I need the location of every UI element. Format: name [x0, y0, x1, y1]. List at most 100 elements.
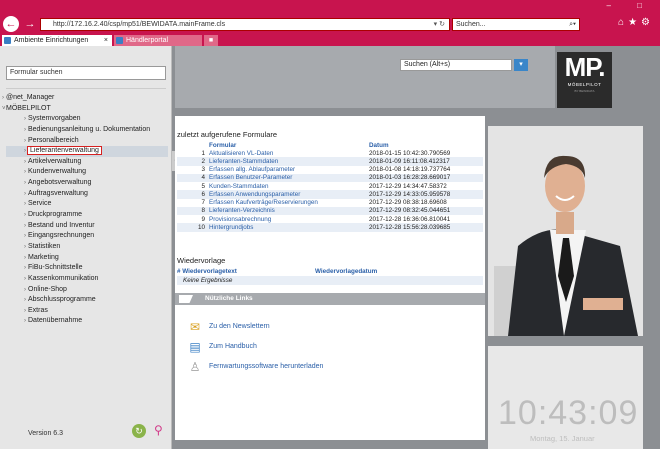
global-search-input[interactable]: Suchen (Alt+s)	[400, 59, 512, 71]
form-link[interactable]: Erfassen Benutzer-Parameter	[209, 173, 369, 182]
search-dropdown-button[interactable]: ▾	[514, 59, 528, 71]
sidebar-item-online-shop[interactable]: › Online-Shop	[6, 285, 168, 296]
sidebar: Formular suchen › @net_Manager ˅ MÖBELPILO…	[0, 46, 172, 449]
table-row[interactable]: 6 Erfassen Anwendungsparameter 2017-12-29 …	[177, 190, 483, 199]
refresh-icon[interactable]: ↻	[132, 424, 146, 438]
moebelpilot-logo: MP. MÖBELPILOT BY BEWIDATA	[557, 52, 612, 108]
table-row[interactable]: 7 Erfassen Kaufverträge/Reservierungen 201…	[177, 199, 483, 207]
row-number: 4	[177, 173, 209, 182]
sidebar-item-auftragsverwaltung[interactable]: › Auftragsverwaltung	[6, 189, 168, 200]
pin-icon[interactable]: ⚲	[154, 423, 163, 437]
sidebar-item-bestand-inventur[interactable]: › Bestand und Inventur	[6, 221, 168, 232]
form-link[interactable]: Provisionsabrechnung	[209, 215, 369, 223]
sidebar-item-lieferantenverwaltung[interactable]: › Lieferantenverwaltung	[6, 146, 168, 157]
window-controls[interactable]: – □	[606, 1, 654, 10]
form-link[interactable]: Kunden-Stammdaten	[209, 182, 369, 190]
back-arrow-icon[interactable]: ←	[3, 16, 19, 32]
search-icon[interactable]: ⌕▾	[569, 19, 576, 30]
column-header-wiedervorlagetext[interactable]: Wiedervorlagetext	[182, 268, 237, 275]
wiedervorlage-title: Wiedervorlage	[177, 256, 226, 265]
sidebar-item-service[interactable]: › Service	[6, 199, 168, 210]
sidebar-item-statistiken[interactable]: › Statistiken	[6, 242, 168, 253]
table-row[interactable]: 4 Erfassen Benutzer-Parameter 2018-01-03 1…	[177, 173, 483, 182]
newsletter-icon: ✉	[189, 320, 201, 334]
sidebar-item-systemvorgaben[interactable]: › Systemvorgaben	[6, 114, 168, 125]
clock-time: 10:43:09	[498, 394, 639, 432]
browser-address-row: ← → http://172.16.2.40/csp/mp51/BEWIDATA…	[0, 14, 660, 34]
links-header: Nützliche Links	[175, 293, 485, 305]
nav-group-net-manager[interactable]: › @net_Manager	[2, 93, 168, 104]
browser-toolbar-icons: ⌂★⚙	[618, 17, 654, 28]
table-row[interactable]: 5 Kunden-Stammdaten 2017-12-29 14:34:47.58…	[177, 182, 483, 190]
form-link[interactable]: Erfassen allg. Ablaufparameter	[209, 166, 369, 174]
column-header-wiedervorlagedatum[interactable]: Wiedervorlagedatum	[315, 268, 377, 275]
column-header-formular[interactable]: Formular	[209, 141, 369, 149]
form-link[interactable]: Aktualisieren VL-Daten	[209, 149, 369, 157]
star-icon[interactable]: ★	[628, 17, 641, 28]
clock-date: Montag, 15. Januar	[530, 434, 595, 443]
page-favicon-icon	[4, 37, 11, 44]
new-tab-button[interactable]: ■	[204, 35, 218, 46]
forward-arrow-icon[interactable]: →	[22, 16, 38, 32]
sidebar-item-datenuebernahme[interactable]: › Datenübernahme	[6, 316, 168, 327]
browser-titlebar: – □	[0, 0, 660, 14]
form-link[interactable]: Erfassen Kaufverträge/Reservierungen	[209, 199, 369, 207]
page-favicon-icon	[116, 37, 123, 44]
table-row[interactable]: 9 Provisionsabrechnung 2017-12-28 16:36:06…	[177, 215, 483, 223]
dashboard-content: zuletzt aufgerufene Formulare Formular D…	[175, 116, 485, 440]
row-number: 9	[201, 215, 205, 223]
sidebar-item-extras[interactable]: › Extras	[6, 306, 168, 317]
sidebar-item-fibu[interactable]: › FiBu-Schnittstelle	[6, 263, 168, 274]
sidebar-item-personalbereich[interactable]: › Personalbereich	[6, 136, 168, 147]
version-label: Version 6.3	[28, 430, 64, 437]
sidebar-item-kundenverwaltung[interactable]: › Kundenverwaltung	[6, 167, 168, 178]
row-date: 2018-01-15 10:42:30.790569	[369, 149, 451, 157]
recent-forms-table: Formular Datum 1 Aktualisieren VL-Daten 20…	[177, 141, 483, 232]
table-row[interactable]: 10 Hintergrundjobs 2017-12-28 15:56:28.039…	[177, 223, 483, 232]
form-link[interactable]: Hintergrundjobs	[209, 223, 369, 232]
tab-ambiente[interactable]: Ambiente Einrichtungen ×	[2, 35, 112, 46]
row-date: 2018-01-09 16:11:08.412317	[369, 157, 483, 166]
row-date: 2017-12-28 15:56:28.039685	[369, 223, 483, 232]
address-bar[interactable]: http://172.16.2.40/csp/mp51/BEWIDATA.mai…	[40, 18, 450, 31]
row-number: 3	[201, 166, 205, 174]
wiedervorlage-header: # Wiedervorlagetext Wiedervorlagedatum	[177, 268, 378, 275]
sidebar-item-marketing[interactable]: › Marketing	[6, 253, 168, 264]
row-date: 2017-12-29 14:34:47.58372	[369, 182, 447, 190]
tag-icon	[179, 295, 193, 303]
form-link[interactable]: Lieferanten-Verzeichnis	[209, 206, 369, 215]
reload-icon[interactable]: ▾ ↻	[434, 19, 445, 30]
sidebar-item-abschlussprogramme[interactable]: › Abschlussprogramme	[6, 295, 168, 306]
form-search-input[interactable]: Formular suchen	[6, 66, 166, 80]
sidebar-item-artikelverwaltung[interactable]: › Artikelverwaltung	[6, 157, 168, 168]
sidebar-item-kassenkommunikation[interactable]: › Kassenkommunikation	[6, 274, 168, 285]
column-header-datum[interactable]: Datum	[369, 141, 483, 149]
nav-group-moebelpilot[interactable]: ˅ MÖBELPILOT	[2, 104, 168, 115]
row-number: 2	[177, 157, 209, 166]
person-icon: ♙	[189, 360, 201, 374]
sidebar-item-bedienungsanleitung[interactable]: › Bedienungsanleitung u. Dokumentation	[6, 125, 168, 136]
table-row[interactable]: 8 Lieferanten-Verzeichnis 2017-12-29 08:32…	[177, 206, 483, 215]
form-link[interactable]: Lieferanten-Stammdaten	[209, 157, 369, 166]
browser-search-input[interactable]: Suchen... ⌕▾	[452, 18, 580, 31]
table-row[interactable]: 2 Lieferanten-Stammdaten 2018-01-09 16:11:…	[177, 157, 483, 166]
row-number: 6	[177, 190, 209, 199]
row-number: 8	[177, 206, 209, 215]
gear-icon[interactable]: ⚙	[641, 17, 654, 28]
table-row[interactable]: 1 Aktualisieren VL-Daten 2018-01-15 10:42:…	[177, 149, 483, 157]
sidebar-item-druckprogramme[interactable]: › Druckprogramme	[6, 210, 168, 221]
table-row[interactable]: 3 Erfassen allg. Ablaufparameter 2018-01-0…	[177, 166, 483, 174]
row-number: 5	[201, 182, 205, 190]
row-date: 2017-12-29 08:38:18.69608	[369, 199, 447, 207]
home-icon[interactable]: ⌂	[618, 17, 628, 28]
sidebar-item-angebotsverwaltung[interactable]: › Angebotsverwaltung	[6, 178, 168, 189]
book-icon: ▤	[189, 340, 201, 354]
sidebar-item-eingangsrechnungen[interactable]: › Eingangsrechnungen	[6, 231, 168, 242]
form-link[interactable]: Erfassen Anwendungsparameter	[209, 190, 369, 199]
close-icon[interactable]: ×	[104, 35, 108, 46]
header-band	[175, 46, 555, 108]
divider	[6, 88, 166, 89]
row-date: 2017-12-28 16:36:06.810041	[369, 215, 451, 223]
tab-haendlerportal[interactable]: Händlerportal	[114, 35, 202, 46]
app-area: Formular suchen › @net_Manager ˅ MÖBELPILO…	[0, 46, 660, 449]
